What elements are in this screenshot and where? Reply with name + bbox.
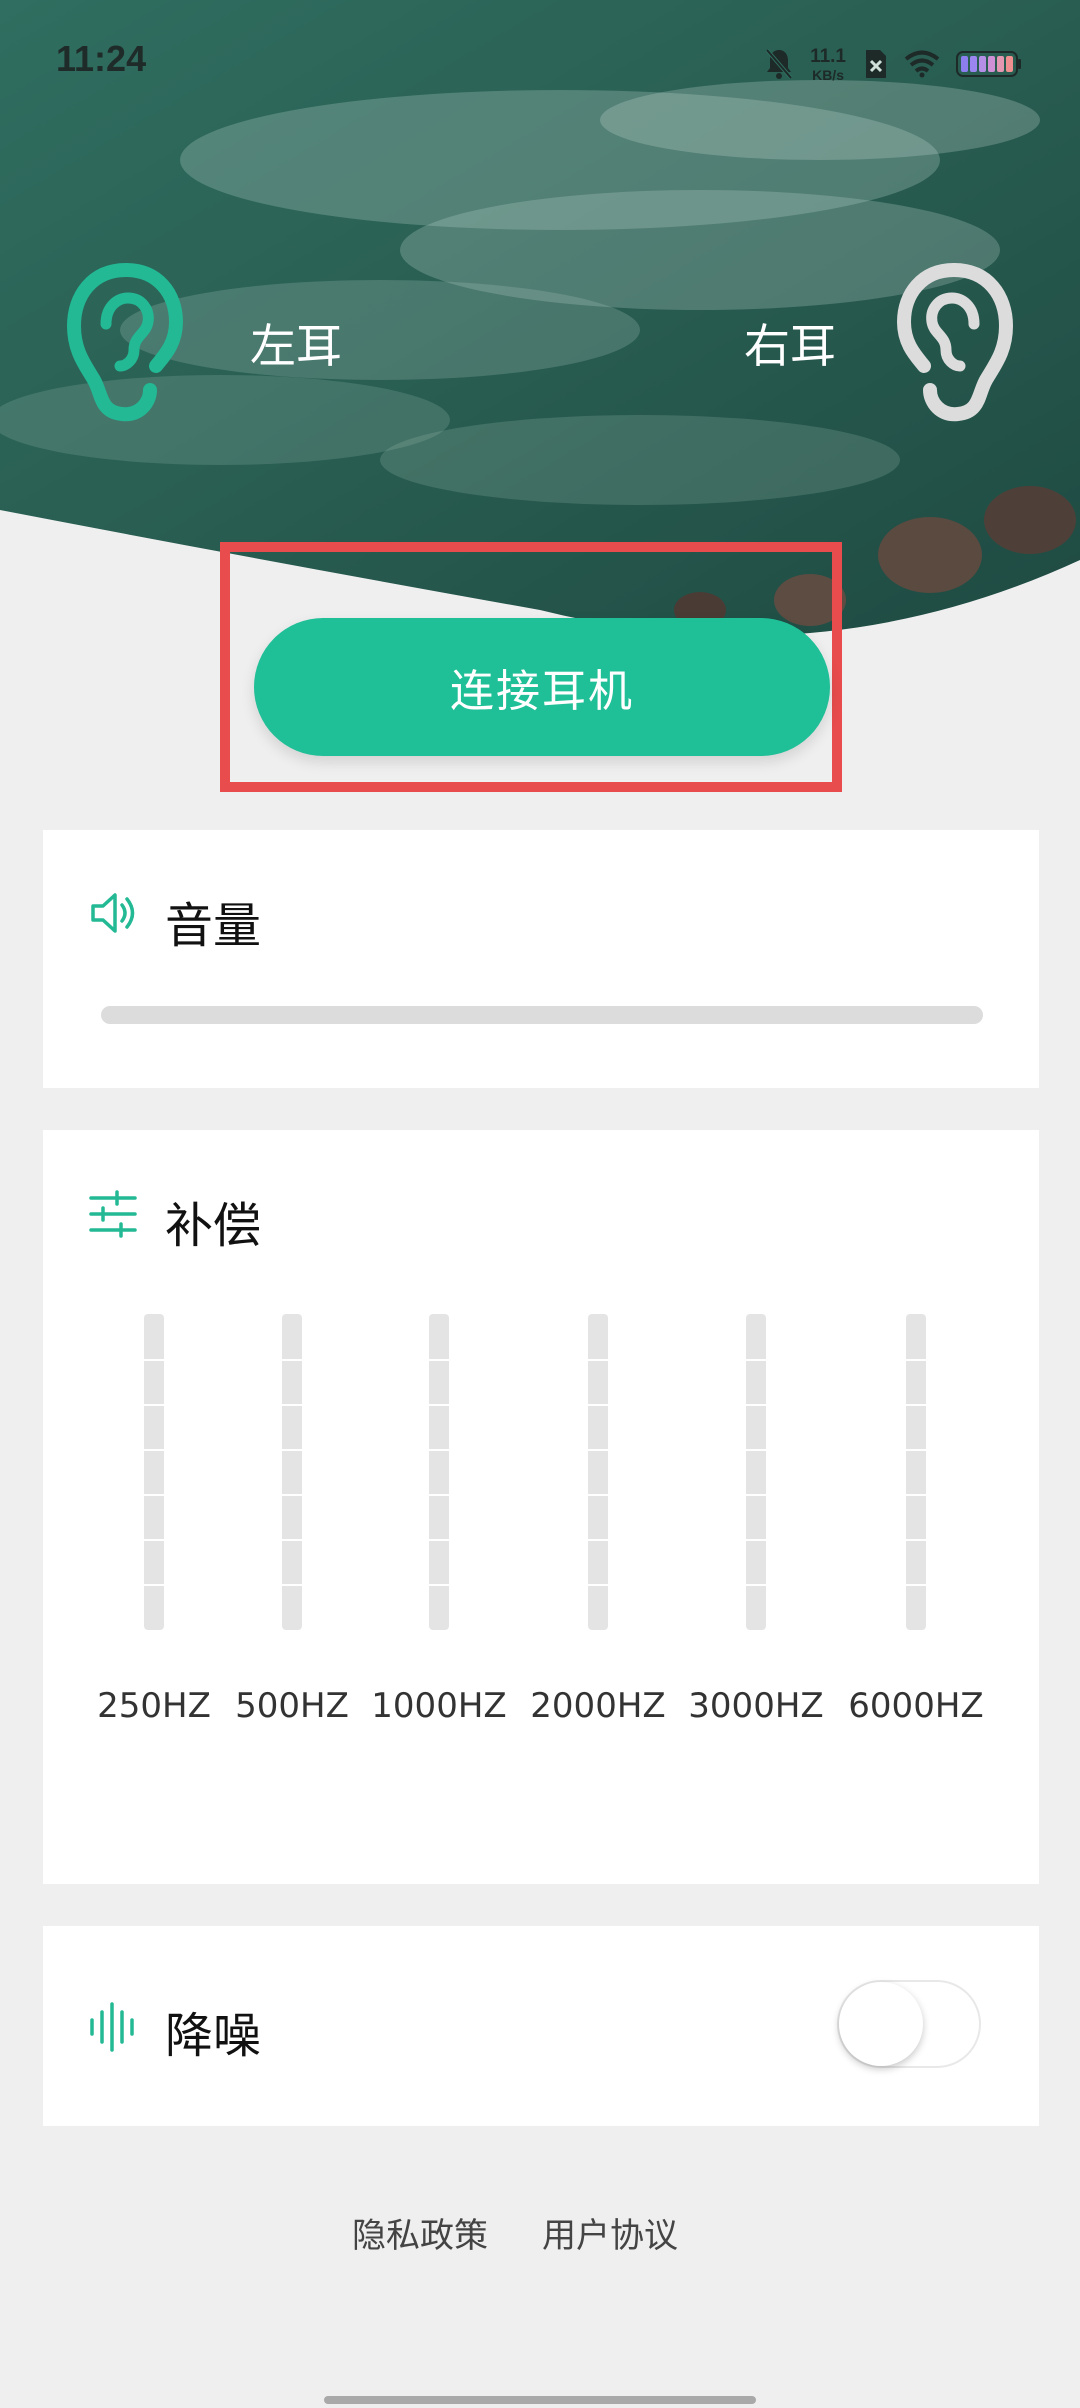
eq-tick [282,1404,302,1406]
eq-tick [746,1404,766,1406]
battery-icon [956,51,1021,77]
eq-tick [906,1359,926,1361]
eq-tick [746,1539,766,1541]
eq-tick [588,1539,608,1541]
eq-tick [746,1359,766,1361]
bell-muted-icon [765,48,793,80]
network-speed-value: 11.1 [810,45,846,67]
eq-tick [906,1539,926,1541]
right-ear-label: 右耳 [744,319,836,373]
eq-tick [282,1359,302,1361]
user-agreement-link[interactable]: 用户协议 [542,2208,678,2257]
noise-reduction-toggle[interactable] [837,1980,981,2068]
eq-tick [144,1584,164,1586]
volume-slider[interactable] [101,1006,983,1024]
eq-band-label: 1000HZ [371,1686,507,1726]
home-indicator[interactable] [324,2396,756,2404]
eq-tick [906,1494,926,1496]
eq-tick [588,1404,608,1406]
eq-tick [588,1494,608,1496]
right-ear-icon[interactable] [896,262,1014,422]
eq-tick [144,1404,164,1406]
eq-tick [144,1494,164,1496]
eq-tick [144,1449,164,1451]
eq-tick [429,1449,449,1451]
compensation-title: 补偿 [165,1198,262,1254]
eq-tick [282,1584,302,1586]
eq-tick [282,1494,302,1496]
eq-slider[interactable] [906,1314,926,1630]
eq-tick [906,1584,926,1586]
eq-tick [282,1449,302,1451]
eq-tick [429,1359,449,1361]
eq-band-label: 6000HZ [848,1686,984,1726]
sim-off-icon [866,50,886,78]
eq-slider[interactable] [588,1314,608,1630]
eq-tick [429,1494,449,1496]
noise-reduction-title: 降噪 [165,2008,262,2064]
sliders-icon [89,1190,137,1238]
eq-slider[interactable] [282,1314,302,1630]
wifi-icon [904,50,940,78]
speaker-icon [91,893,135,933]
connect-headphones-button[interactable]: 连接耳机 [254,618,830,756]
eq-tick [906,1404,926,1406]
privacy-policy-link[interactable]: 隐私政策 [352,2208,488,2257]
eq-tick [588,1359,608,1361]
eq-tick [746,1584,766,1586]
eq-band-label: 2000HZ [530,1686,666,1726]
volume-title: 音量 [165,898,262,954]
status-time: 11:24 [56,38,147,79]
eq-tick [282,1539,302,1541]
eq-tick [746,1494,766,1496]
eq-slider[interactable] [144,1314,164,1630]
eq-tick [588,1584,608,1586]
eq-tick [144,1539,164,1541]
noise-reduction-card: 降噪 [43,1926,1039,2126]
compensation-card: 补偿 250HZ 500HZ 1000HZ 2000HZ 3000HZ 6000HZ [43,1130,1039,1884]
eq-tick [588,1449,608,1451]
eq-band-label: 3000HZ [688,1686,824,1726]
eq-band-label: 500HZ [235,1686,349,1726]
volume-card: 音量 [43,830,1039,1088]
eq-tick [144,1359,164,1361]
left-ear-label: 左耳 [250,319,342,373]
status-bar: 11:24 11.1 KB/s [0,0,1080,130]
eq-tick [906,1449,926,1451]
status-icons: 11.1 KB/s [764,40,1022,88]
network-speed: 11.1 KB/s [810,47,846,82]
eq-slider[interactable] [746,1314,766,1630]
left-ear-icon[interactable] [66,262,184,422]
toggle-knob [839,1982,923,2066]
eq-tick [746,1449,766,1451]
eq-tick [429,1539,449,1541]
eq-band-label: 250HZ [97,1686,211,1726]
eq-slider[interactable] [429,1314,449,1630]
eq-tick [429,1404,449,1406]
waveform-icon [90,2002,134,2052]
network-speed-unit: KB/s [812,66,844,83]
eq-tick [429,1584,449,1586]
